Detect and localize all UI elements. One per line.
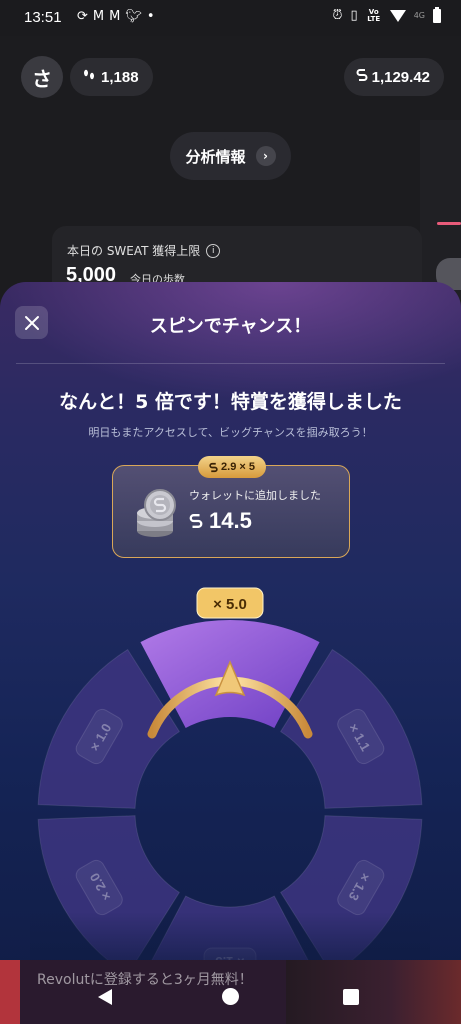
result-headline: なんと！5 倍です！特賞を獲得しました bbox=[59, 391, 402, 413]
selected-multiplier-text: × 5.0 bbox=[213, 596, 247, 613]
recents-icon[interactable] bbox=[343, 989, 359, 1005]
limit-label-text: 本日の SWEAT 獲得上限 bbox=[67, 244, 201, 258]
alarm-icon: ⏰︎ bbox=[332, 8, 343, 23]
network-label: 4G bbox=[413, 11, 425, 20]
reward-label: ウォレットに追加しました bbox=[189, 489, 321, 502]
spin-wheel: × 1.1× 1.3× 1.5× 2.0× 1.0 × 5.0 bbox=[30, 587, 430, 982]
status-icons: ⏰︎ ▯ Vo LTE 4G bbox=[332, 6, 441, 23]
gmail-icon-2: M bbox=[109, 9, 126, 24]
status-time: 13:51 bbox=[24, 9, 62, 26]
steps-pill[interactable]: 1,188 bbox=[70, 58, 153, 96]
reward-multiplier: 2.9 × 5 bbox=[221, 461, 255, 473]
analysis-button[interactable]: 分析情報 › bbox=[170, 132, 291, 180]
coin-stack-icon bbox=[137, 489, 176, 537]
spin-modal: スピンでチャンス！ なんと！5 倍です！特賞を獲得しました 明日もまたアクセスし… bbox=[0, 282, 461, 1024]
reward-amount: 14.5 bbox=[189, 508, 252, 534]
steps-count: 1,188 bbox=[101, 68, 139, 86]
wifi-icon bbox=[389, 9, 406, 22]
footprints-icon bbox=[82, 68, 96, 86]
modal-glow bbox=[0, 282, 461, 402]
balance-pill[interactable]: 1,129.42 bbox=[343, 58, 444, 96]
status-bar: 13:51 ⟳MM🐦︎• ⏰︎ ▯ Vo LTE 4G bbox=[0, 0, 461, 36]
avatar-initial: さ bbox=[32, 66, 52, 91]
gmail-icon: M bbox=[92, 9, 110, 24]
reward-badge: 2.9 × 5 bbox=[198, 456, 266, 478]
balance-amount: 1,129.42 bbox=[371, 68, 430, 86]
back-icon[interactable] bbox=[98, 989, 112, 1005]
battery-icon bbox=[433, 6, 441, 23]
info-icon[interactable]: i bbox=[206, 243, 221, 258]
limit-label: 本日の SWEAT 獲得上限 i bbox=[67, 242, 221, 259]
modal-title: スピンでチャンス！ bbox=[149, 316, 312, 337]
home-icon[interactable] bbox=[222, 988, 239, 1005]
analysis-label: 分析情報 bbox=[185, 147, 246, 166]
selected-multiplier-badge: × 5.0 bbox=[196, 587, 264, 619]
avatar[interactable]: さ bbox=[21, 56, 63, 98]
notification-icons: ⟳MM🐦︎• bbox=[77, 9, 160, 24]
result-subline: 明日もまたアクセスして、ビッグチャンスを掴み取ろう！ bbox=[88, 426, 373, 439]
progress-accent bbox=[437, 222, 461, 225]
twitter-icon: 🐦︎ bbox=[125, 9, 147, 24]
vibrate-icon: ▯ bbox=[350, 8, 358, 23]
chevron-right-icon: › bbox=[255, 146, 276, 166]
sweat-coin-icon bbox=[189, 514, 203, 528]
divider bbox=[16, 363, 445, 364]
dot-icon: • bbox=[146, 9, 160, 24]
sweat-coin-icon bbox=[209, 462, 218, 472]
sync-icon: ⟳ bbox=[77, 9, 93, 24]
sweat-coin-icon bbox=[356, 68, 368, 86]
volte-icon: Vo LTE bbox=[367, 7, 381, 23]
reward-amount-value: 14.5 bbox=[209, 508, 252, 533]
